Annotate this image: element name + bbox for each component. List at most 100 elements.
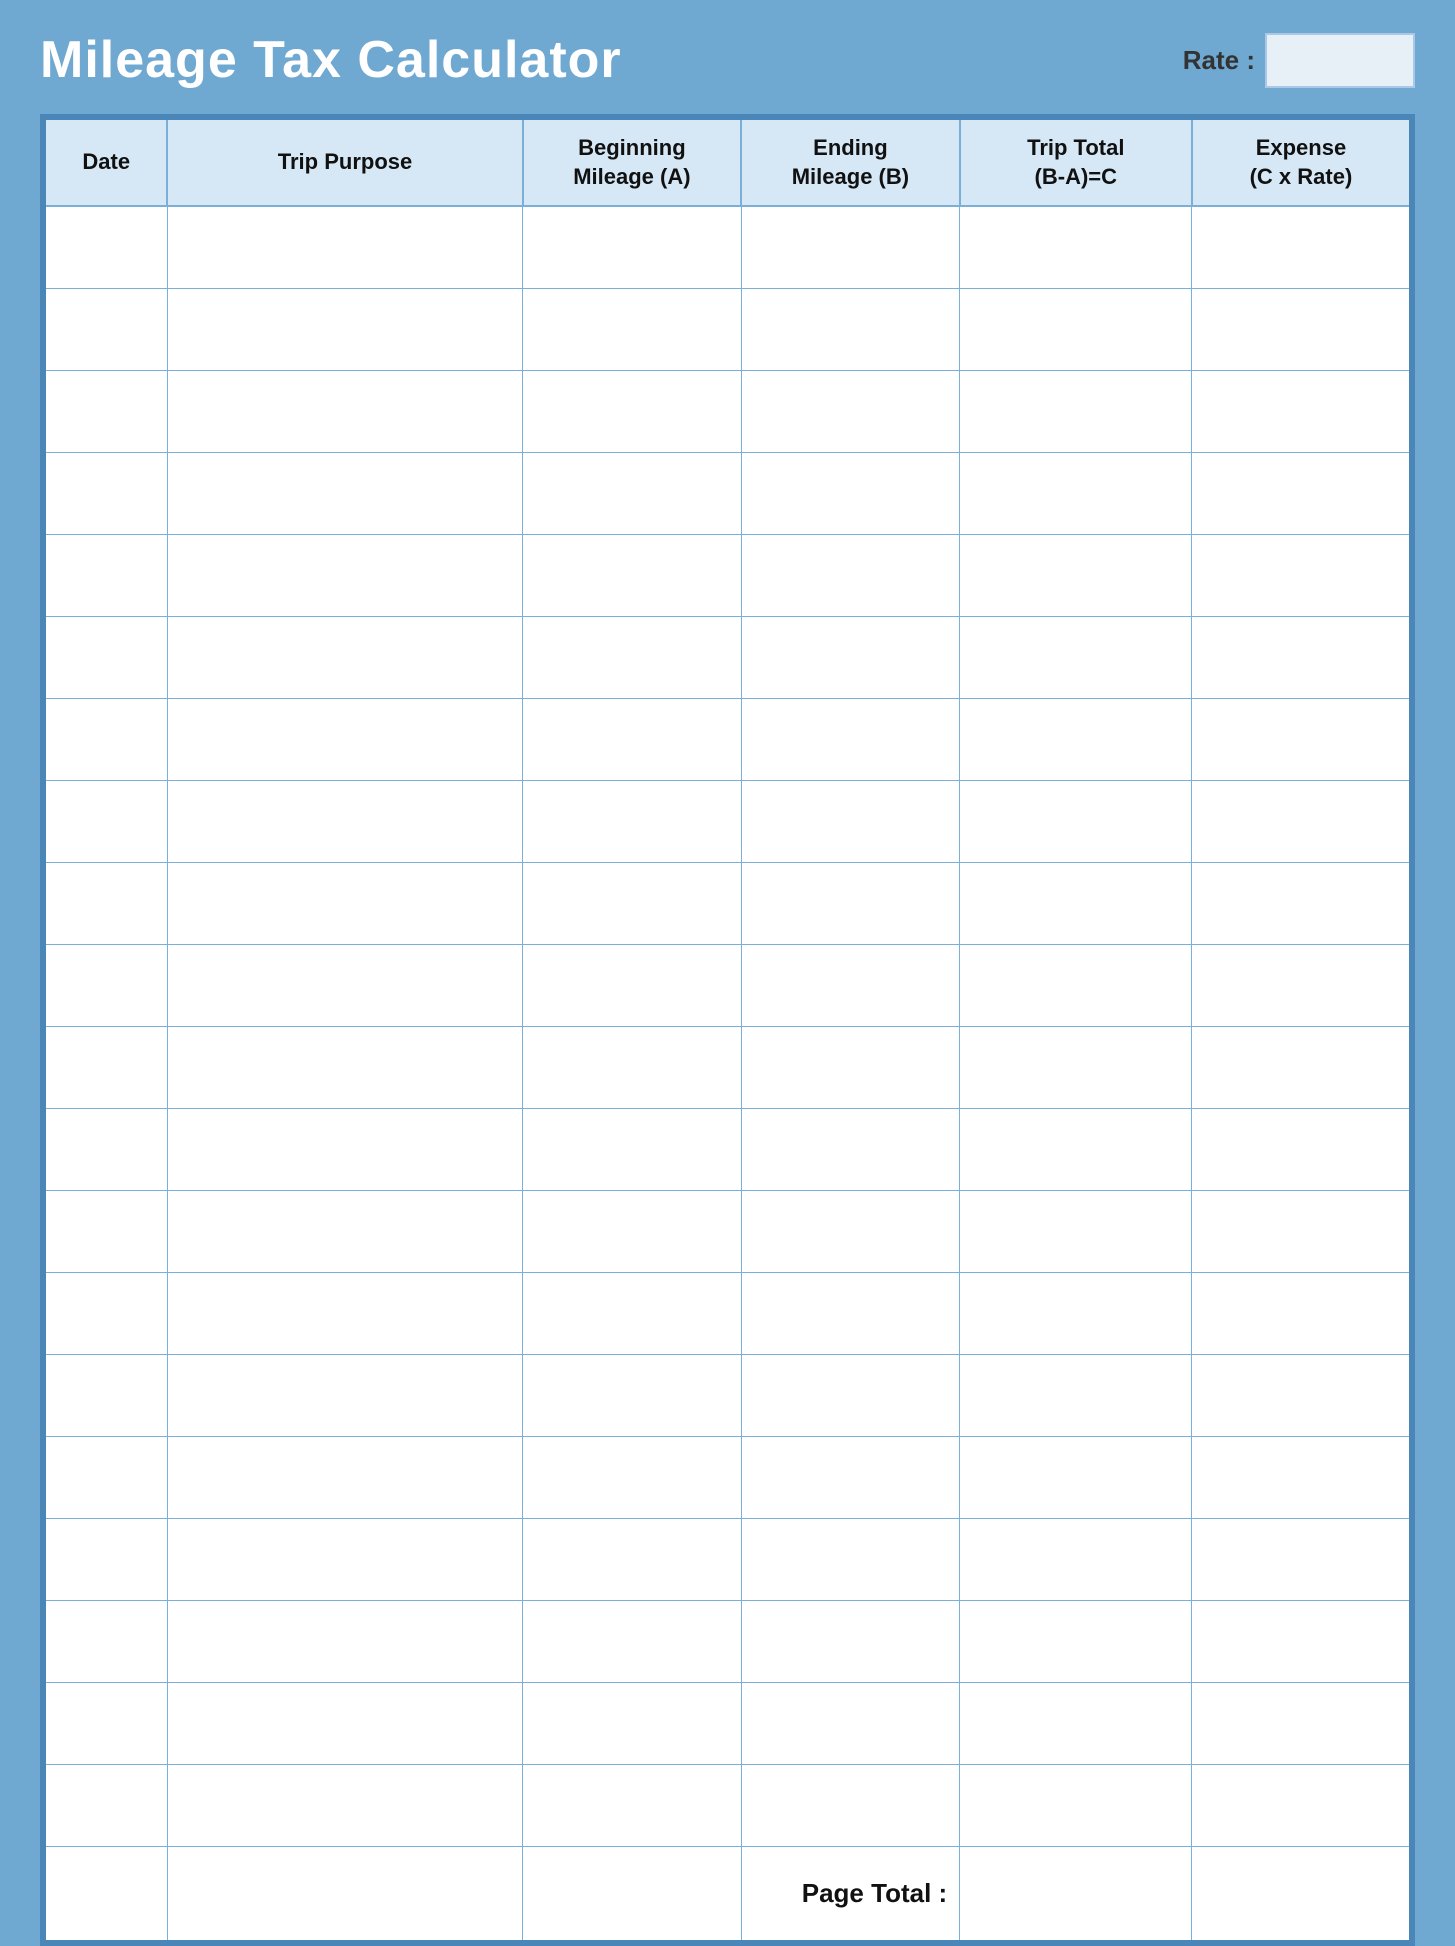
table-cell[interactable] xyxy=(1192,1026,1411,1108)
table-cell[interactable] xyxy=(45,1272,168,1354)
table-cell[interactable] xyxy=(1192,698,1411,780)
table-cell[interactable] xyxy=(1192,370,1411,452)
table-cell[interactable] xyxy=(45,1190,168,1272)
table-cell[interactable] xyxy=(523,1026,742,1108)
table-cell[interactable] xyxy=(960,370,1192,452)
table-cell[interactable] xyxy=(45,616,168,698)
table-cell[interactable] xyxy=(167,1026,522,1108)
table-cell[interactable] xyxy=(741,1518,960,1600)
table-cell[interactable] xyxy=(741,780,960,862)
table-cell[interactable] xyxy=(167,452,522,534)
table-cell[interactable] xyxy=(167,1682,522,1764)
table-cell[interactable] xyxy=(960,206,1192,288)
table-cell[interactable] xyxy=(1192,1108,1411,1190)
table-cell[interactable] xyxy=(45,1518,168,1600)
table-cell[interactable] xyxy=(1192,1764,1411,1846)
table-cell[interactable] xyxy=(1192,1600,1411,1682)
table-cell[interactable] xyxy=(741,370,960,452)
table-cell[interactable] xyxy=(1192,1272,1411,1354)
rate-input-box[interactable] xyxy=(1265,33,1415,88)
table-cell[interactable] xyxy=(45,452,168,534)
table-cell[interactable] xyxy=(960,616,1192,698)
table-cell[interactable] xyxy=(741,1436,960,1518)
table-cell[interactable] xyxy=(523,1190,742,1272)
table-cell[interactable] xyxy=(741,206,960,288)
table-cell[interactable] xyxy=(523,288,742,370)
table-cell[interactable] xyxy=(741,452,960,534)
table-cell[interactable] xyxy=(167,288,522,370)
table-cell[interactable] xyxy=(45,534,168,616)
table-cell[interactable] xyxy=(45,1354,168,1436)
table-cell[interactable] xyxy=(45,1026,168,1108)
table-cell[interactable] xyxy=(523,1108,742,1190)
table-cell[interactable] xyxy=(741,616,960,698)
table-cell[interactable] xyxy=(741,698,960,780)
table-cell[interactable] xyxy=(960,534,1192,616)
table-cell[interactable] xyxy=(1192,780,1411,862)
table-cell[interactable] xyxy=(960,1190,1192,1272)
table-cell[interactable] xyxy=(167,1600,522,1682)
table-cell[interactable] xyxy=(167,534,522,616)
table-cell[interactable] xyxy=(523,1764,742,1846)
table-cell[interactable] xyxy=(523,1272,742,1354)
table-cell[interactable] xyxy=(167,780,522,862)
table-cell[interactable] xyxy=(960,780,1192,862)
table-cell[interactable] xyxy=(1192,288,1411,370)
table-cell[interactable] xyxy=(1192,452,1411,534)
table-cell[interactable] xyxy=(523,780,742,862)
table-cell[interactable] xyxy=(167,1436,522,1518)
table-cell[interactable] xyxy=(741,1354,960,1436)
table-cell[interactable] xyxy=(960,1108,1192,1190)
table-cell[interactable] xyxy=(167,1764,522,1846)
table-cell[interactable] xyxy=(741,944,960,1026)
table-cell[interactable] xyxy=(960,1272,1192,1354)
table-cell[interactable] xyxy=(1192,944,1411,1026)
table-cell[interactable] xyxy=(741,1764,960,1846)
table-cell[interactable] xyxy=(523,616,742,698)
table-cell[interactable] xyxy=(523,1354,742,1436)
table-cell[interactable] xyxy=(45,944,168,1026)
table-cell[interactable] xyxy=(167,944,522,1026)
table-cell[interactable] xyxy=(741,1190,960,1272)
table-cell[interactable] xyxy=(523,1682,742,1764)
table-cell[interactable] xyxy=(741,288,960,370)
table-cell[interactable] xyxy=(167,1354,522,1436)
table-cell[interactable] xyxy=(960,452,1192,534)
table-cell[interactable] xyxy=(45,1682,168,1764)
table-cell[interactable] xyxy=(1192,1190,1411,1272)
table-cell[interactable] xyxy=(167,698,522,780)
table-cell[interactable] xyxy=(741,1026,960,1108)
table-cell[interactable] xyxy=(1192,862,1411,944)
table-cell[interactable] xyxy=(523,534,742,616)
table-cell[interactable] xyxy=(167,862,522,944)
table-cell[interactable] xyxy=(45,288,168,370)
table-cell[interactable] xyxy=(523,1518,742,1600)
table-cell[interactable] xyxy=(523,370,742,452)
table-cell[interactable] xyxy=(45,780,168,862)
table-cell[interactable] xyxy=(45,1600,168,1682)
table-cell[interactable] xyxy=(741,1682,960,1764)
table-cell[interactable] xyxy=(523,1436,742,1518)
table-cell[interactable] xyxy=(167,370,522,452)
table-cell[interactable] xyxy=(45,206,168,288)
table-cell[interactable] xyxy=(960,1600,1192,1682)
table-cell[interactable] xyxy=(1192,534,1411,616)
table-cell[interactable] xyxy=(960,944,1192,1026)
table-cell[interactable] xyxy=(523,862,742,944)
table-cell[interactable] xyxy=(523,944,742,1026)
table-cell[interactable] xyxy=(741,1272,960,1354)
table-cell[interactable] xyxy=(45,1764,168,1846)
table-cell[interactable] xyxy=(1192,206,1411,288)
table-cell[interactable] xyxy=(741,1600,960,1682)
table-cell[interactable] xyxy=(45,370,168,452)
table-cell[interactable] xyxy=(1192,616,1411,698)
table-cell[interactable] xyxy=(960,1764,1192,1846)
table-cell[interactable] xyxy=(960,1682,1192,1764)
table-cell[interactable] xyxy=(167,616,522,698)
table-cell[interactable] xyxy=(960,1518,1192,1600)
table-cell[interactable] xyxy=(167,1190,522,1272)
table-cell[interactable] xyxy=(45,698,168,780)
table-cell[interactable] xyxy=(960,288,1192,370)
table-cell[interactable] xyxy=(1192,1354,1411,1436)
table-cell[interactable] xyxy=(960,1436,1192,1518)
